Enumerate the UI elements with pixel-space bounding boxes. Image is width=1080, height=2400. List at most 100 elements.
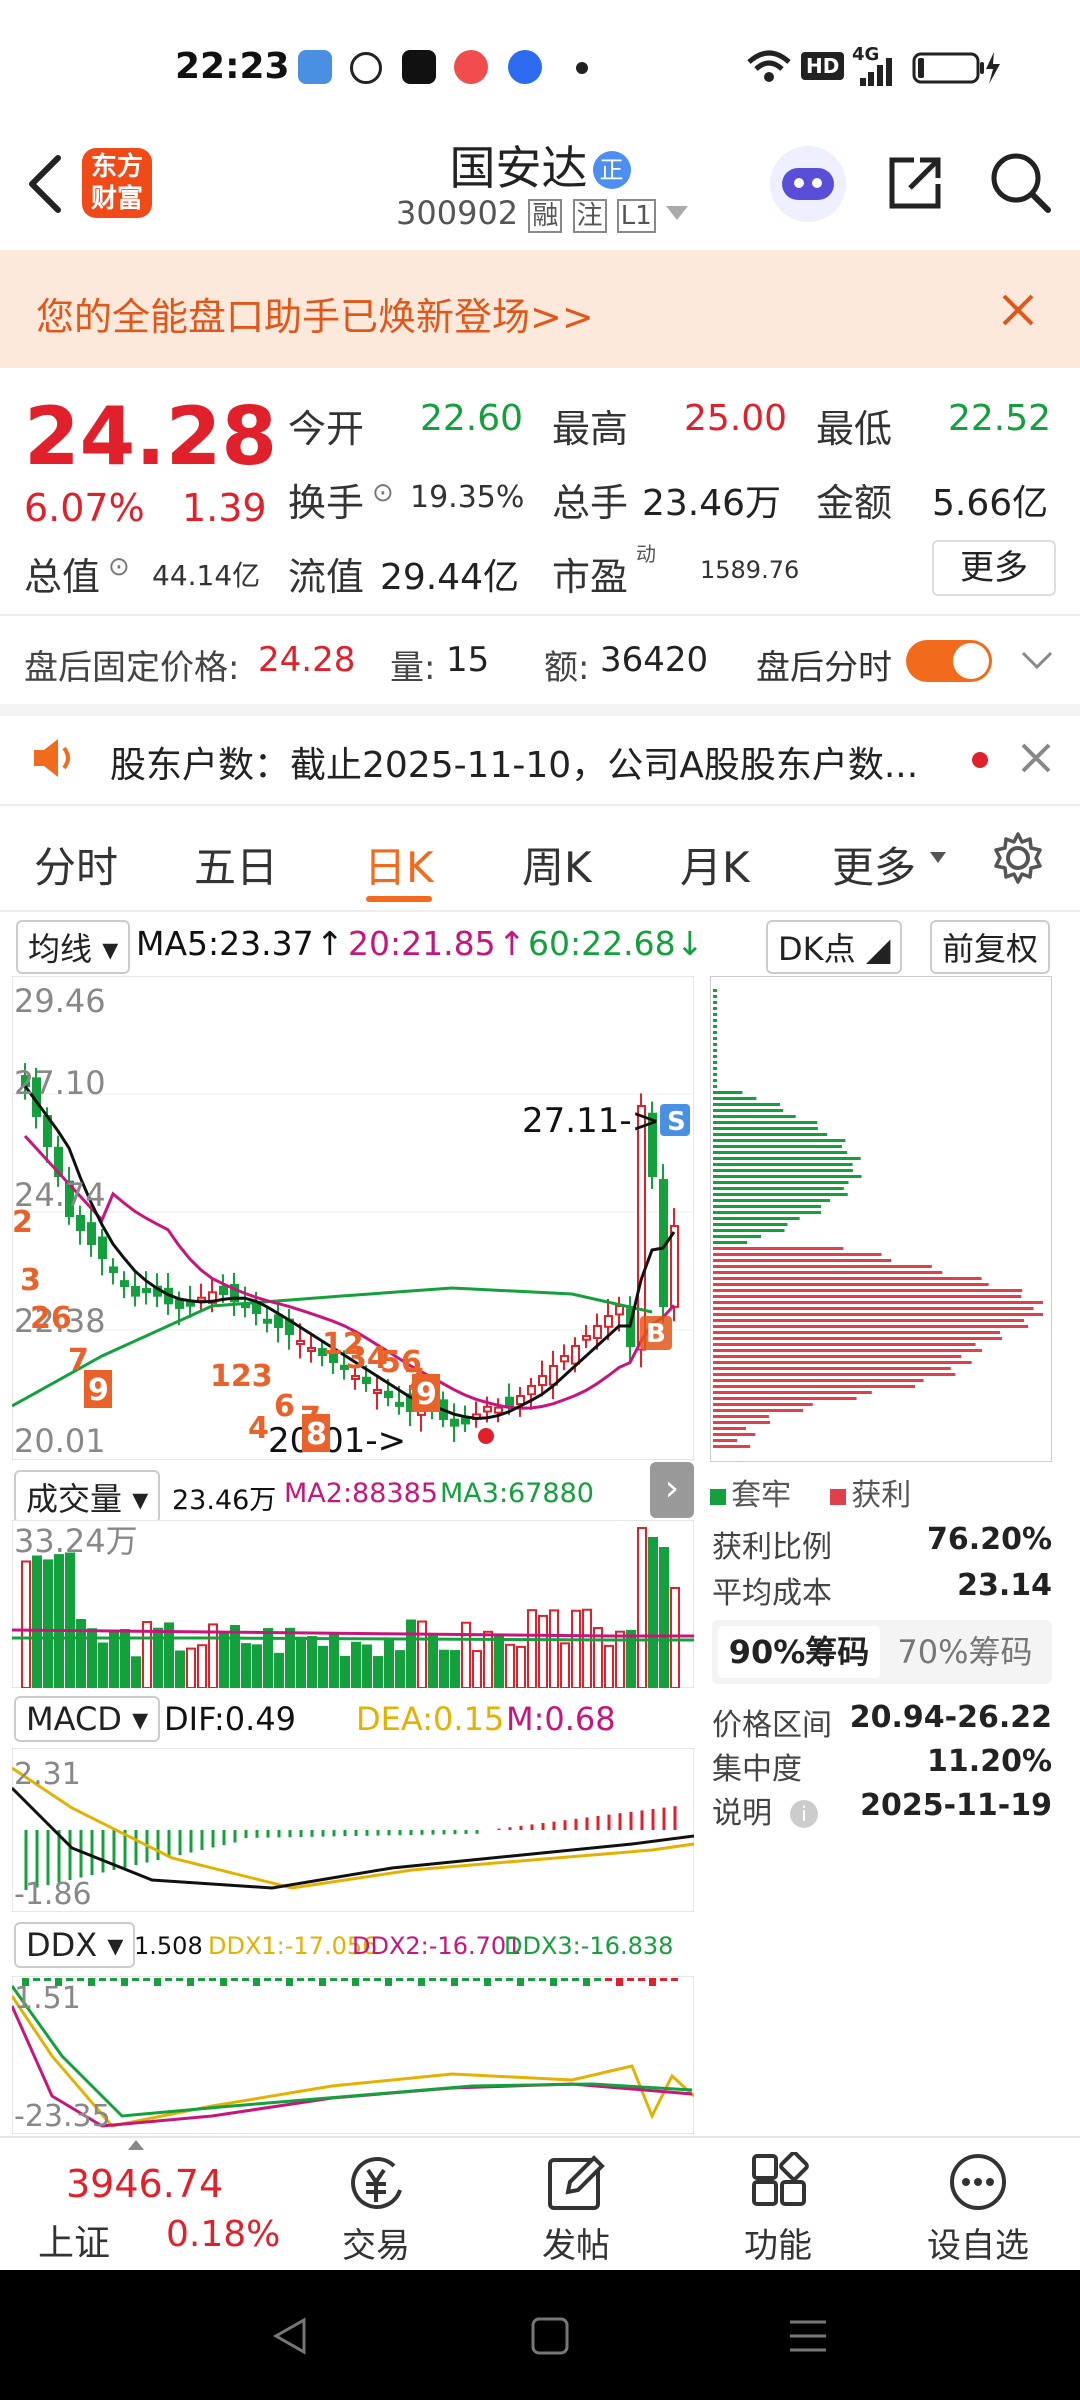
system-back-icon[interactable] (268, 2314, 312, 2358)
system-menu-icon[interactable] (788, 2318, 828, 2354)
volume-selector[interactable]: 成交量 ▾ (14, 1470, 161, 1524)
close-icon[interactable] (1000, 292, 1036, 328)
volume-chart[interactable]: 33.24万 (12, 1520, 694, 1688)
ddx-bar (671, 1978, 678, 1981)
share-icon[interactable] (884, 150, 948, 214)
tab-intraday[interactable]: 分时 (34, 834, 118, 895)
chevron-down-icon[interactable] (1020, 650, 1054, 672)
tab-weekly-k[interactable]: 周K (522, 834, 592, 895)
nav-trade-label: 交易 (342, 2226, 410, 2266)
ddx-bar (649, 1978, 656, 1986)
chip-bar (713, 1037, 717, 1040)
chip-percent-tabs: 90%筹码 70%筹码 (712, 1620, 1052, 1684)
seq-marker: 6 (274, 1389, 295, 1424)
notice-bar[interactable]: 股东户数：截止2025-11-10，公司A股股东户数... (0, 716, 1080, 800)
after-vol-value: 15 (446, 640, 490, 680)
volume-y-label: 33.24万 (14, 1522, 138, 1560)
note-label: 说明 (712, 1796, 772, 1831)
sell-signal-text: S (667, 1107, 686, 1137)
pe-value: 1589.76 (700, 556, 800, 584)
chip-bar (713, 1385, 916, 1388)
chip-bar (713, 1103, 781, 1106)
chip-bar (713, 1283, 989, 1286)
adjust-mode-button[interactable]: 前复权 (930, 920, 1051, 974)
tab-five-day[interactable]: 五日 (194, 834, 278, 895)
close-notice-icon[interactable] (1020, 742, 1052, 774)
candle-body (76, 1214, 85, 1232)
macd-chart[interactable]: 2.31 -1.86 (12, 1748, 694, 1912)
turnover-label: 换手 (288, 481, 365, 525)
tab-monthly-k[interactable]: 月K (680, 834, 750, 895)
more-button[interactable]: 更多 (932, 540, 1056, 596)
ddx-bar (143, 1978, 150, 1981)
tab-more[interactable]: 更多 (832, 834, 916, 895)
promo-banner[interactable]: 您的全能盘口助手已焕新登场>> (0, 250, 1080, 368)
after-price-label: 盘后固定价格: (24, 648, 240, 688)
chip-bar (713, 1115, 796, 1118)
index-ticker[interactable]: 3946.74 上证 0.18% (0, 2138, 280, 2272)
bottom-navigation: 3946.74 上证 0.18% 交易 发帖 功能 设自选 (0, 2136, 1080, 2272)
ddx-bar (253, 1978, 260, 1986)
expand-panel-chevron-right-icon[interactable]: › (650, 1462, 694, 1518)
macd-selector[interactable]: MACD ▾ (14, 1696, 161, 1742)
volume-label: 总手 (552, 481, 629, 525)
after-price-value: 24.28 (258, 640, 356, 680)
volume-bar (329, 1634, 339, 1688)
kline-chart[interactable]: 29.46 27.10 24.74 22.38 20.01 27.11-> S … (12, 976, 694, 1460)
tab-daily-k[interactable]: 日K (364, 834, 434, 895)
float-label: 流值 (288, 555, 365, 599)
macd-y-top: 2.31 (14, 1757, 81, 1792)
ddx-bar (352, 1978, 359, 1986)
ddx-bar (275, 1978, 282, 1981)
nav-trade[interactable]: 交易 (276, 2138, 476, 2272)
ai-assistant-avatar[interactable] (770, 146, 846, 222)
system-home-icon[interactable] (530, 2316, 570, 2356)
candle-body (120, 1280, 129, 1287)
volume-bar (186, 1647, 196, 1688)
more-notifications-dot-icon (576, 62, 588, 74)
chip-bar (713, 1043, 717, 1046)
info-icon[interactable]: ⊙ (108, 552, 130, 582)
ddx-bar (462, 1978, 469, 1981)
chip-bar (713, 1343, 976, 1346)
volume-bar (395, 1650, 405, 1688)
after-hours-toggle[interactable] (906, 640, 992, 682)
settings-gear-icon[interactable] (990, 830, 1046, 886)
y-label-2: 27.10 (14, 1064, 106, 1102)
chip-bar (713, 1061, 717, 1064)
nav-functions[interactable]: 功能 (678, 2138, 878, 2272)
volume-bar (307, 1636, 317, 1688)
chip-bar (713, 1241, 748, 1244)
volume-bar (450, 1650, 460, 1688)
chip-distribution-chart[interactable] (710, 976, 1052, 1462)
ddx-bar (198, 1978, 205, 1981)
stock-code-row[interactable]: 300902 融 注 L1 (396, 194, 688, 233)
volume-bar (252, 1644, 262, 1688)
volume-ma3: MA3:67880 (440, 1478, 594, 1509)
more-caret-icon (930, 852, 946, 863)
volume-bar (516, 1645, 526, 1688)
chip-bar (713, 1073, 717, 1076)
ddx-chart[interactable]: 1.51 -23.35 (12, 1976, 694, 2134)
tab-chip-70[interactable]: 70%筹码 (884, 1626, 1046, 1678)
ddx-y-top: 1.51 (14, 1981, 81, 2016)
nav-add-watchlist[interactable]: 设自选 (878, 2138, 1078, 2272)
volume-bar (670, 1587, 680, 1688)
candle-body (131, 1286, 140, 1297)
candle-body (307, 1347, 316, 1352)
ddx-selector[interactable]: DDX ▾ (14, 1922, 136, 1968)
tab-chip-90[interactable]: 90%筹码 (718, 1626, 880, 1678)
candle-body (109, 1266, 118, 1273)
search-icon[interactable] (986, 148, 1054, 216)
nav-post[interactable]: 发帖 (476, 2138, 676, 2272)
ddx2-value: DDX2:-16.701 (352, 1932, 522, 1960)
dk-point-button[interactable]: DK点 ◢ (766, 920, 903, 974)
low-value: 22.52 (948, 398, 1052, 439)
nav-post-label: 发帖 (542, 2226, 610, 2266)
turnover-value: 19.35% (410, 480, 525, 515)
candle-body (351, 1375, 360, 1380)
ma-selector[interactable]: 均线 ▾ (16, 920, 131, 974)
hd-icon: HD (801, 52, 845, 80)
info-icon[interactable]: i (790, 1800, 818, 1828)
turnover-info-icon[interactable]: ⊙ (372, 478, 394, 508)
